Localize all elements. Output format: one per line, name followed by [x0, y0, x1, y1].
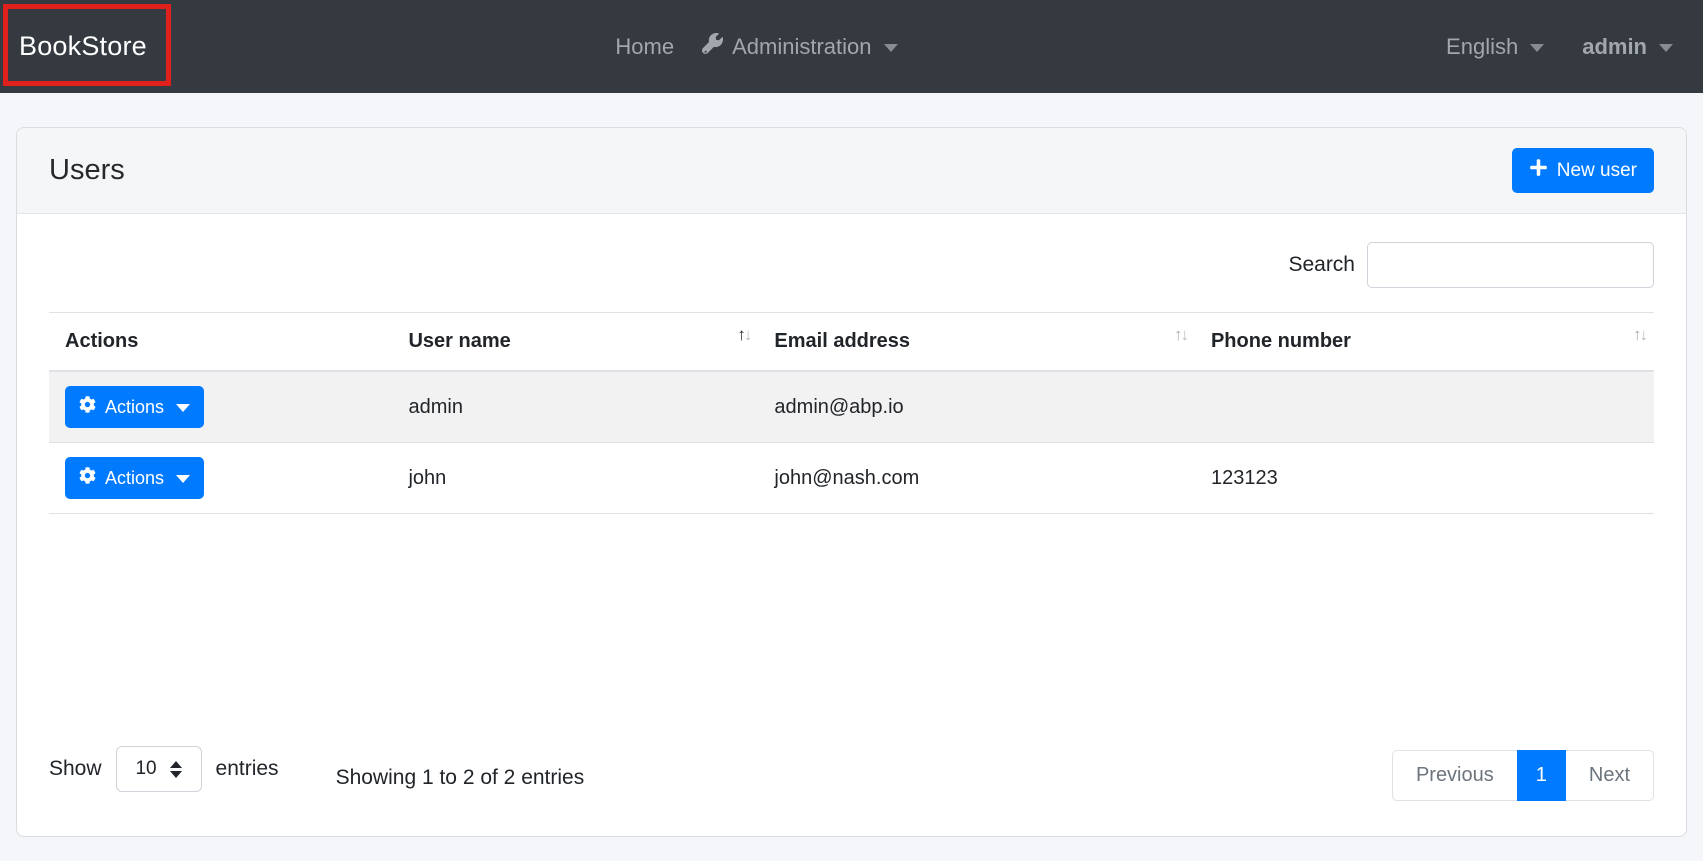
row-actions-button[interactable]: Actions — [65, 386, 205, 428]
column-header-label: User name — [408, 330, 511, 352]
column-header-label: Phone number — [1210, 330, 1351, 352]
gear-icon — [79, 396, 96, 418]
sort-icon: ↑↓ — [737, 325, 752, 344]
new-user-button[interactable]: New user — [1511, 148, 1654, 193]
email-cell: admin@abp.io — [758, 371, 1195, 443]
pagination-previous[interactable]: Previous — [1391, 750, 1518, 801]
gear-icon — [79, 467, 96, 489]
table-row: Actions john john@nash.com 123123 — [49, 442, 1654, 514]
top-navbar: BookStore Home Administration English ad… — [0, 0, 1703, 93]
page-size-select[interactable]: 10 — [115, 746, 202, 792]
phone-cell: 123123 — [1194, 442, 1654, 514]
row-actions-button[interactable]: Actions — [65, 457, 205, 499]
nav-home[interactable]: Home — [615, 34, 674, 60]
page-title: Users — [49, 154, 125, 186]
row-actions-button-label: Actions — [105, 396, 165, 417]
wrench-icon — [702, 32, 724, 60]
chevron-down-icon — [1530, 44, 1545, 52]
column-header-user-name[interactable]: User name ↑↓ — [392, 312, 759, 372]
pagination-next[interactable]: Next — [1564, 750, 1654, 801]
card-header: Users New user — [17, 128, 1686, 214]
column-header-label: Email address — [774, 330, 911, 352]
new-user-button-label: New user — [1556, 159, 1637, 181]
sort-icon: ↑↓ — [1173, 325, 1189, 344]
user-name-cell: admin — [392, 371, 759, 443]
chevron-down-icon — [176, 475, 191, 483]
page-size-group: Show 10 entries — [49, 746, 279, 792]
users-table: Actions User name ↑↓ Email address ↑↓ Ph… — [49, 312, 1654, 514]
table-header-row: Actions User name ↑↓ Email address ↑↓ Ph… — [49, 312, 1654, 372]
navbar-right: English admin — [1446, 34, 1673, 60]
language-dropdown[interactable]: English — [1446, 33, 1545, 60]
pagination-page-1[interactable]: 1 — [1516, 750, 1566, 801]
nav-administration[interactable]: Administration — [702, 32, 898, 60]
select-arrows-icon — [169, 760, 182, 778]
entries-info: Showing 1 to 2 of 2 entries — [335, 766, 585, 789]
pagination: Previous 1 Next — [1391, 750, 1654, 801]
search-label: Search — [1288, 253, 1355, 276]
column-header-phone[interactable]: Phone number ↑↓ — [1194, 312, 1654, 372]
user-name-cell: john — [392, 442, 759, 514]
email-cell: john@nash.com — [758, 442, 1195, 514]
chevron-down-icon — [176, 404, 191, 412]
chevron-down-icon — [1659, 44, 1673, 52]
actions-cell: Actions — [49, 371, 393, 443]
users-card: Users New user Search Actions User name … — [16, 127, 1687, 837]
user-dropdown[interactable]: admin — [1582, 34, 1673, 60]
column-header-actions: Actions — [49, 312, 393, 372]
nav-administration-label: Administration — [732, 33, 872, 59]
page-content: Users New user Search Actions User name … — [0, 93, 1703, 837]
card-body: Search Actions User name ↑↓ Email addres… — [17, 214, 1686, 836]
entries-label: entries — [215, 757, 279, 780]
main-menu: Home Administration — [615, 32, 898, 60]
sort-icon: ↑↓ — [1633, 325, 1648, 344]
table-footer: Show 10 entries Showing 1 to 2 of 2 entr… — [49, 746, 1654, 801]
phone-cell — [1194, 371, 1654, 443]
chevron-down-icon — [883, 44, 898, 52]
actions-cell: Actions — [49, 442, 393, 514]
user-dropdown-label: admin — [1582, 33, 1647, 59]
plus-icon — [1529, 158, 1548, 183]
page-size-value: 10 — [135, 758, 157, 779]
search-row: Search — [49, 214, 1654, 288]
table-row: Actions admin admin@abp.io — [49, 371, 1654, 443]
row-actions-button-label: Actions — [105, 467, 165, 488]
search-input[interactable] — [1367, 242, 1654, 288]
brand-link[interactable]: BookStore — [19, 31, 147, 62]
language-dropdown-label: English — [1446, 33, 1519, 59]
show-label: Show — [49, 757, 102, 780]
column-header-email[interactable]: Email address ↑↓ — [758, 312, 1195, 372]
